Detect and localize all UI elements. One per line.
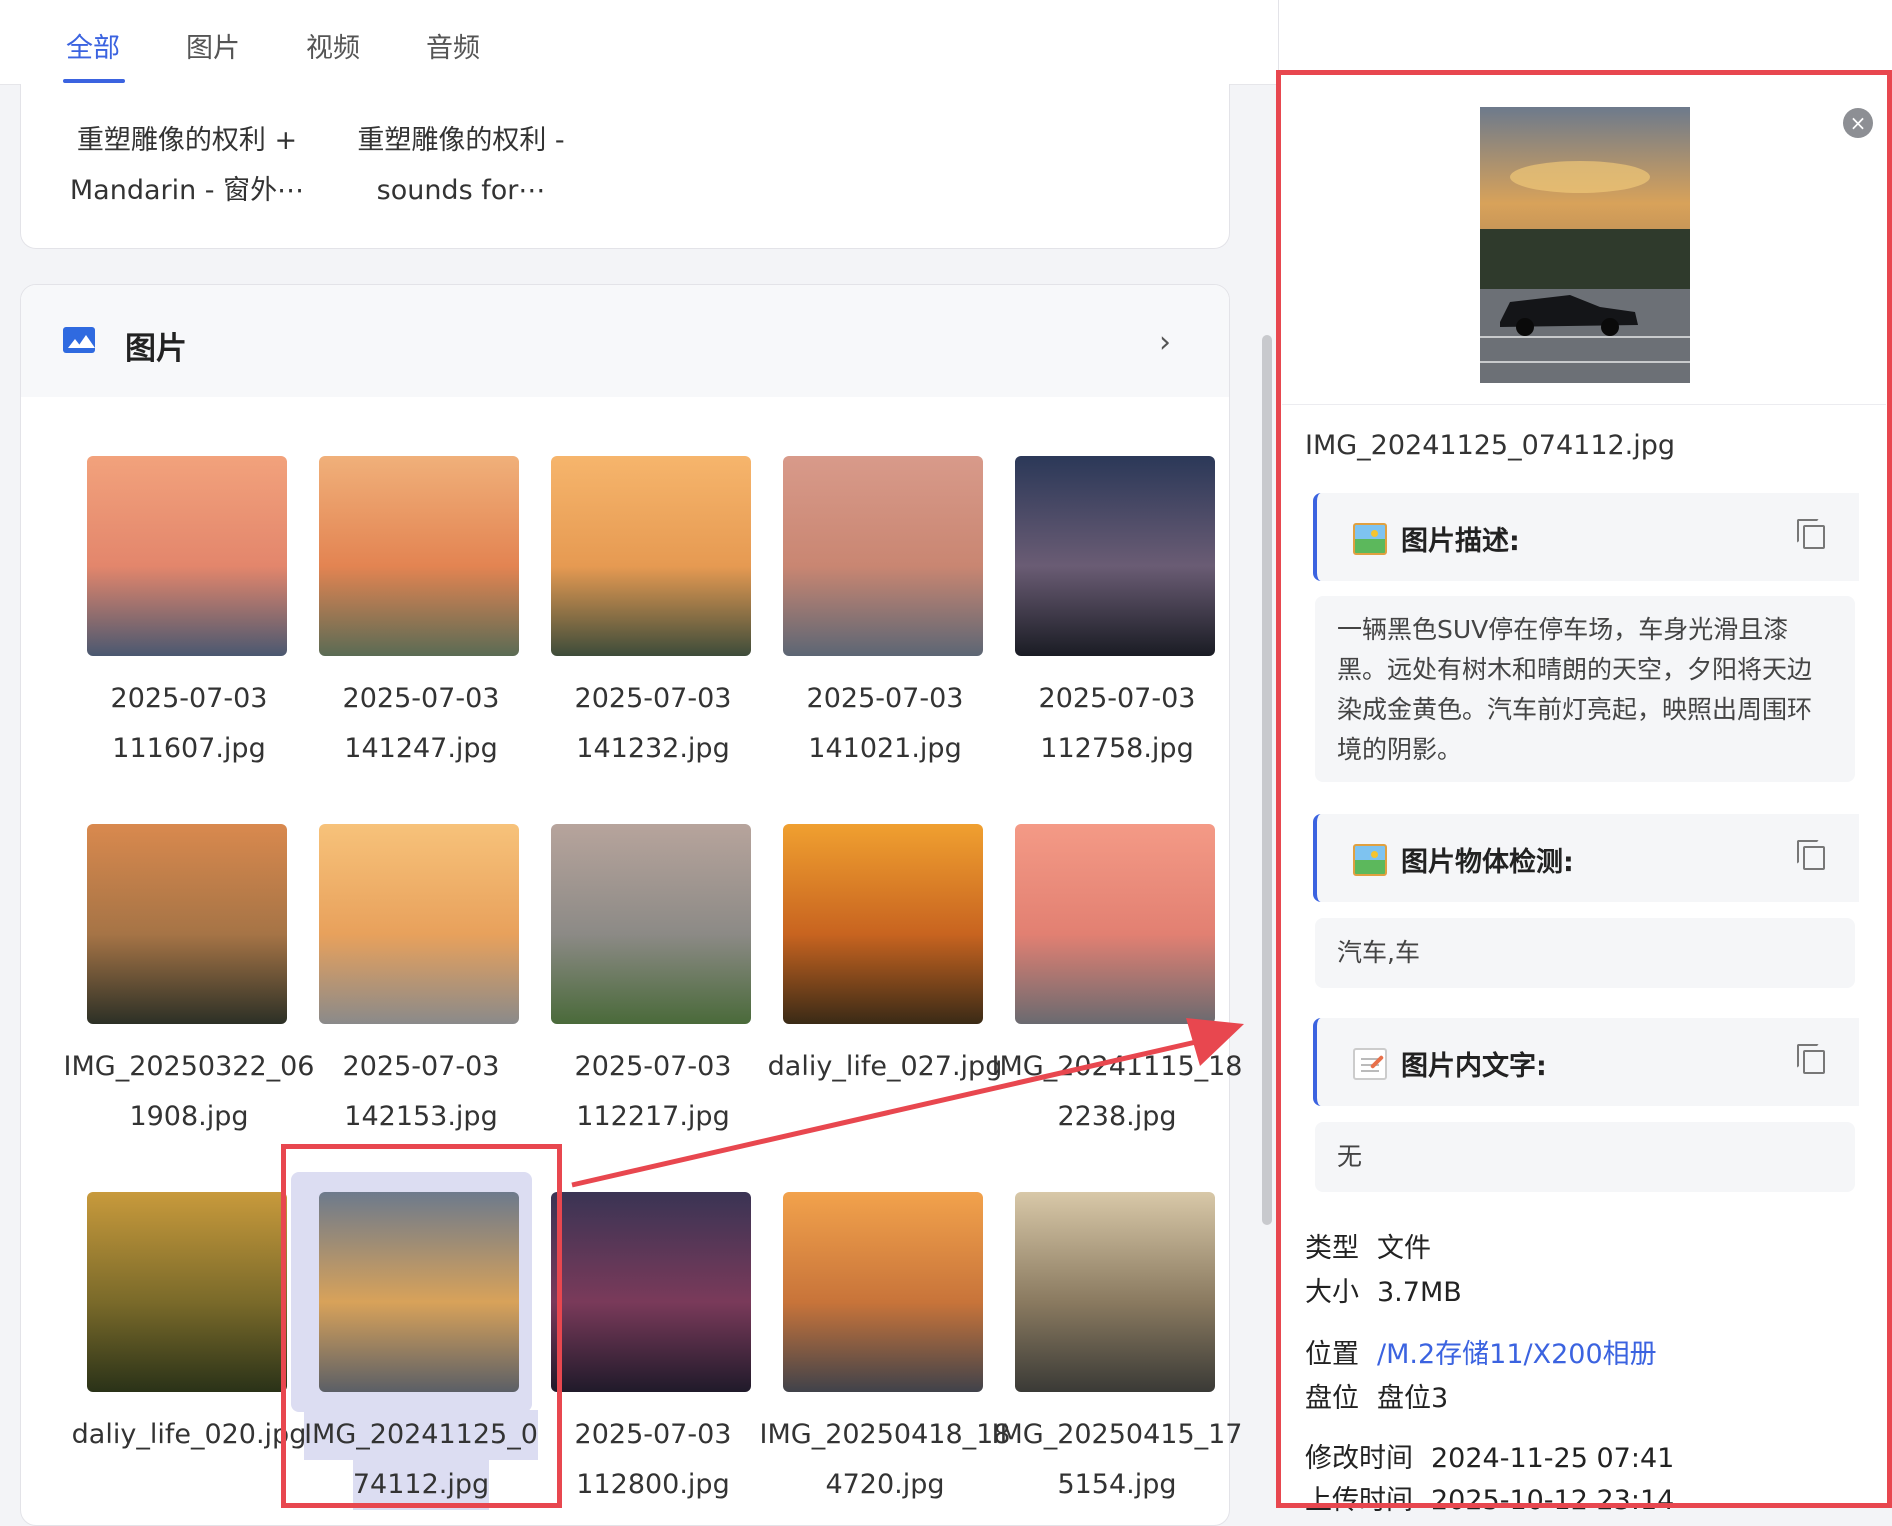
annotation-arrow [571, 1018, 1244, 1188]
